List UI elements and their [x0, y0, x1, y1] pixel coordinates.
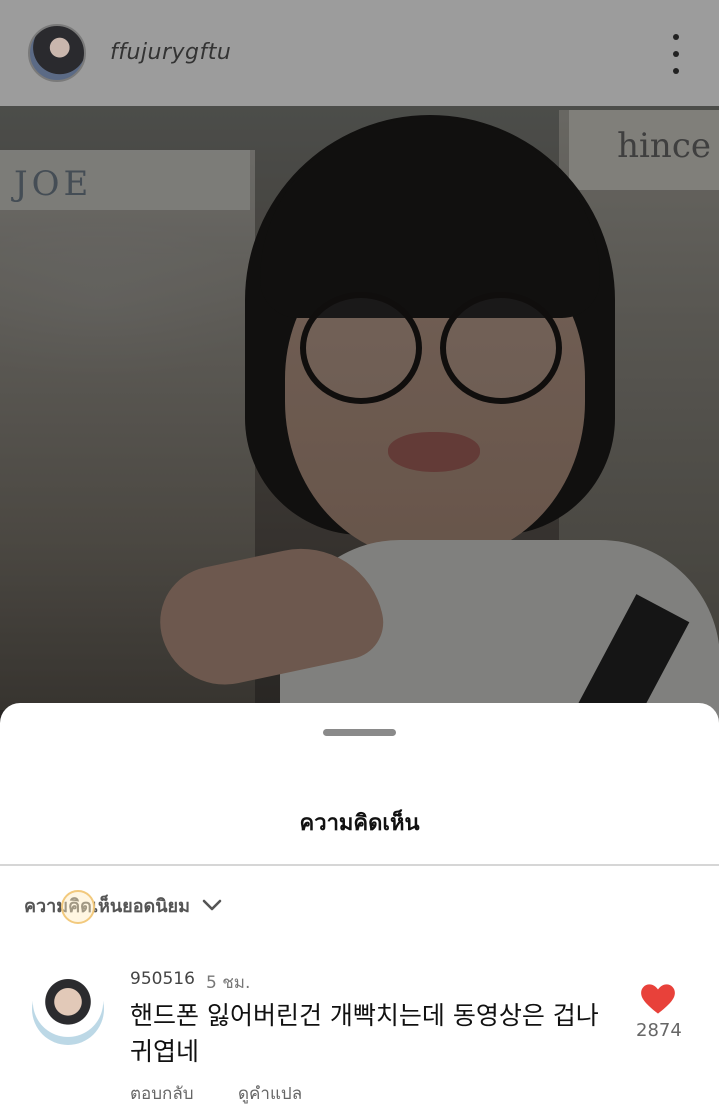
translate-link[interactable]: ดูคำแปล [238, 1080, 302, 1107]
username[interactable]: ffujurygftu [110, 40, 231, 65]
comment-text: 핸드폰 잃어버린건 개빡치는데 동영상은 겁나 귀엽네 [130, 1001, 599, 1066]
sort-dropdown[interactable]: ความคิดเห็นยอดนิยม [24, 891, 224, 919]
comment-time: 5 ชม. [206, 973, 251, 993]
sheet-title: ความคิดเห็น [299, 811, 420, 836]
commenter-avatar[interactable] [32, 973, 104, 1045]
more-dot [673, 68, 679, 74]
heart-icon[interactable] [640, 983, 676, 1015]
dim-overlay[interactable] [0, 0, 719, 740]
avatar[interactable] [28, 24, 86, 82]
more-options-icon[interactable] [660, 34, 692, 74]
video-frame[interactable]: JOE hince [0, 0, 719, 740]
more-dot [673, 34, 679, 40]
sort-label: ความคิดเห็นยอดนิยม [24, 895, 190, 917]
comment-item: 950516 5 ชม. 핸드폰 잃어버린건 개빡치는데 동영상은 겁나 귀엽네… [0, 969, 719, 1113]
post-header: ffujurygftu [0, 0, 719, 106]
more-dot [673, 51, 679, 57]
like-count: 2874 [636, 1020, 682, 1041]
comment-username[interactable]: 950516 [130, 969, 195, 989]
touch-indicator [61, 890, 95, 924]
reply-link[interactable]: ตอบกลับ [130, 1080, 194, 1107]
chevron-down-icon [202, 899, 222, 911]
divider [0, 864, 719, 866]
comments-sheet: ความคิดเห็น ความคิดเห็นยอดนิยม 950516 5 … [0, 703, 719, 1114]
drag-handle[interactable] [323, 729, 396, 736]
